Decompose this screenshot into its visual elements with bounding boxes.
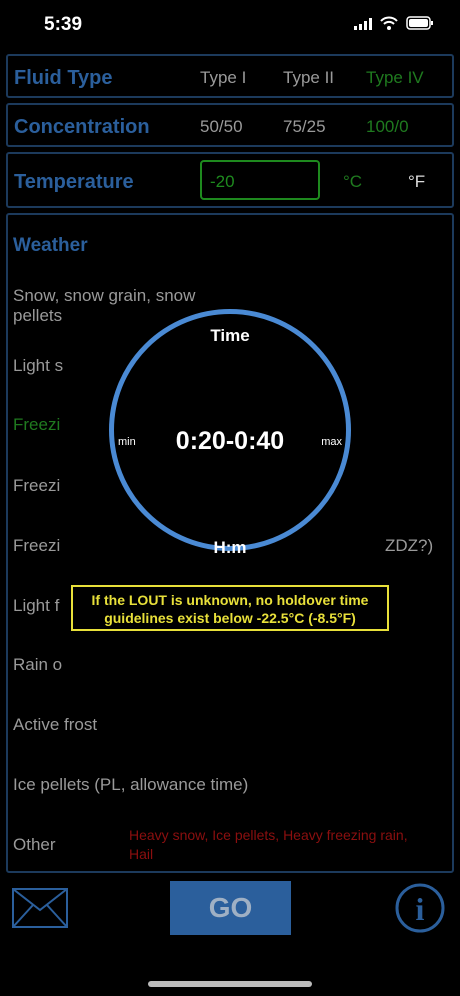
svg-text:i: i [416,891,425,927]
weather-item-light-f[interactable]: Light f [13,596,59,616]
weather-title: Weather [13,235,88,256]
weather-item-active-frost[interactable]: Active frost [13,715,97,735]
lout-warning: If the LOUT is unknown, no holdover time… [71,585,389,631]
concentration-option-75-25[interactable]: 75/25 [283,117,326,137]
concentration-panel: Concentration 50/50 75/25 100/0 [6,103,454,147]
fluid-type-title: Fluid Type [14,67,113,89]
concentration-option-100-0[interactable]: 100/0 [366,117,409,137]
home-indicator [148,981,312,987]
other-note: Heavy snow, Ice pellets, Heavy freezing … [129,827,408,862]
fluid-option-type-iv[interactable]: Type IV [366,68,424,88]
concentration-option-50-50[interactable]: 50/50 [200,117,243,137]
fluid-option-type-ii[interactable]: Type II [283,68,334,88]
holdover-time-dial[interactable]: Time min 0:20-0:40 max H:m [109,309,351,557]
weather-item-light-snow[interactable]: Light s [13,356,63,376]
unit-fahrenheit[interactable]: °F [408,172,425,192]
weather-item-rain[interactable]: Rain o [13,655,62,675]
concentration-title: Concentration [14,116,150,138]
mail-icon[interactable] [12,888,68,933]
fluid-type-panel: Fluid Type Type I Type II Type IV [6,54,454,98]
dial-time-label: Time [210,326,250,345]
status-time: 5:39 [44,14,83,35]
battery-icon [406,16,434,35]
dial-max-label: max [321,436,342,448]
weather-item-freezing-1[interactable]: Freezi [13,415,60,435]
status-icons [354,16,434,35]
unit-celsius[interactable]: °C [343,172,362,192]
dial-unit-label: H:m [213,538,247,557]
weather-item-ice-pellets[interactable]: Ice pellets (PL, allowance time) [13,775,248,795]
weather-item-freezing-2[interactable]: Freezi [13,476,60,496]
signal-icon [354,17,372,35]
fluid-option-type-i[interactable]: Type I [200,68,246,88]
info-icon[interactable]: i [394,882,446,939]
weather-item-freezing-3-suffix: ZDZ?) [385,536,434,555]
weather-item-other[interactable]: Other [13,835,56,855]
wifi-icon [380,16,398,35]
dial-value: 0:20-0:40 [175,427,285,455]
weather-item-freezing-3[interactable]: Freezi [13,536,60,556]
go-button[interactable]: GO [170,881,291,935]
temperature-title: Temperature [14,171,134,193]
temperature-input[interactable]: -20 [200,160,320,200]
